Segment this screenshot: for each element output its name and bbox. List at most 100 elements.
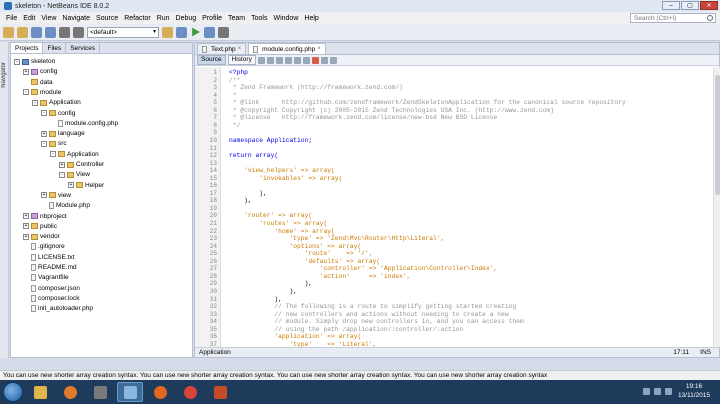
menu-debug[interactable]: Debug bbox=[173, 15, 200, 22]
code-line[interactable]: namespace Application; bbox=[229, 137, 312, 146]
new-project-icon[interactable] bbox=[17, 26, 28, 38]
forward-icon[interactable] bbox=[266, 56, 274, 64]
chrome-taskbar-icon[interactable] bbox=[177, 382, 203, 402]
clock[interactable]: 19:16 13/11/2015 bbox=[678, 382, 710, 400]
code-line[interactable]: ), bbox=[229, 197, 252, 206]
tree-node[interactable]: .gitignore bbox=[23, 242, 65, 251]
network-icon[interactable] bbox=[654, 388, 661, 395]
start-button[interactable] bbox=[3, 382, 23, 402]
tree-node[interactable]: - skeleton bbox=[14, 57, 55, 66]
tree-node[interactable]: - View bbox=[59, 170, 90, 179]
menu-file[interactable]: File bbox=[3, 15, 20, 22]
expand-icon[interactable]: + bbox=[23, 223, 29, 230]
tree-node[interactable]: Vagrantfile bbox=[23, 273, 69, 282]
menu-edit[interactable]: Edit bbox=[20, 15, 38, 22]
expand-icon[interactable]: + bbox=[23, 68, 29, 75]
menu-view[interactable]: View bbox=[38, 15, 59, 22]
minimize-button[interactable]: – bbox=[662, 1, 680, 10]
code-area[interactable]: 1 2 3 4 5 6 7 8 9 10 11 12 13 14 15 16 17 18 19 20 21 22 23 24 2… bbox=[195, 67, 720, 348]
explorer-taskbar-icon[interactable] bbox=[27, 382, 53, 402]
collapse-icon[interactable]: - bbox=[41, 140, 47, 147]
collapse-icon[interactable]: - bbox=[23, 89, 29, 96]
menu-team[interactable]: Team bbox=[225, 15, 248, 22]
new-file-icon[interactable] bbox=[3, 26, 14, 38]
open-project-icon[interactable] bbox=[31, 26, 42, 38]
tree-node[interactable]: + nbproject bbox=[23, 212, 67, 221]
redo-icon[interactable] bbox=[73, 26, 84, 38]
collapse-icon[interactable]: - bbox=[50, 151, 56, 158]
build-icon[interactable] bbox=[162, 26, 173, 38]
tree-node[interactable]: - Application bbox=[32, 98, 81, 107]
tab-files[interactable]: Files bbox=[43, 43, 67, 53]
start-macro-icon[interactable] bbox=[311, 56, 319, 64]
run-icon[interactable] bbox=[192, 27, 200, 37]
editor-tab[interactable]: Text.php × bbox=[197, 43, 247, 55]
netbeans-taskbar-icon[interactable] bbox=[117, 382, 143, 402]
navigator-tab[interactable]: Navigator bbox=[1, 62, 7, 88]
code-line[interactable]: */ bbox=[229, 122, 241, 131]
tree-node[interactable]: + public bbox=[23, 222, 57, 231]
search-input[interactable]: Search (Ctrl+I) bbox=[630, 13, 716, 23]
expand-icon[interactable]: + bbox=[68, 182, 74, 189]
back-icon[interactable] bbox=[257, 56, 265, 64]
tree-node[interactable]: data bbox=[23, 78, 53, 87]
menu-navigate[interactable]: Navigate bbox=[59, 15, 93, 22]
menu-tools[interactable]: Tools bbox=[248, 15, 270, 22]
tree-node[interactable]: + vendor bbox=[23, 232, 60, 241]
firefox-taskbar-icon[interactable] bbox=[147, 382, 173, 402]
menu-run[interactable]: Run bbox=[154, 15, 173, 22]
tree-node[interactable]: Module.php bbox=[41, 201, 90, 210]
expand-icon[interactable]: + bbox=[59, 161, 65, 168]
collapse-icon[interactable]: - bbox=[41, 110, 47, 116]
tree-node[interactable]: LICENSE.txt bbox=[23, 253, 74, 262]
editor-tab[interactable]: module.config.php × bbox=[248, 43, 326, 54]
code-line[interactable]: * @license http://framework.zend.com/lic… bbox=[229, 114, 498, 123]
close-tab-icon[interactable]: × bbox=[238, 44, 242, 55]
code-line[interactable]: 'invokables' => array( bbox=[229, 175, 342, 184]
volume-icon[interactable] bbox=[665, 388, 672, 395]
menu-source[interactable]: Source bbox=[93, 15, 121, 22]
code-line[interactable]: return array( bbox=[229, 152, 278, 161]
office-taskbar-icon[interactable] bbox=[207, 382, 233, 402]
undo-icon[interactable] bbox=[59, 26, 70, 38]
shift-left-icon[interactable] bbox=[293, 56, 301, 64]
clean-build-icon[interactable] bbox=[176, 26, 187, 38]
flag-icon[interactable] bbox=[643, 388, 650, 395]
profile-icon[interactable] bbox=[218, 26, 229, 38]
close-tab-icon[interactable]: × bbox=[317, 44, 321, 55]
comment-icon[interactable] bbox=[320, 56, 328, 64]
media-taskbar-icon[interactable] bbox=[57, 382, 83, 402]
uncomment-icon[interactable] bbox=[329, 56, 337, 64]
app-taskbar-icon[interactable] bbox=[87, 382, 113, 402]
menu-refactor[interactable]: Refactor bbox=[121, 15, 153, 22]
tree-node[interactable]: - module bbox=[23, 88, 61, 97]
tree-node[interactable]: - config bbox=[41, 109, 75, 118]
tree-node[interactable]: module.config.php bbox=[50, 119, 118, 128]
menu-help[interactable]: Help bbox=[301, 15, 321, 22]
debug-icon[interactable] bbox=[204, 26, 215, 38]
tree-node[interactable]: composer.json bbox=[23, 284, 80, 293]
code-text[interactable]: <?php/** * Zend Framework (http://framew… bbox=[229, 67, 713, 348]
vertical-scrollbar[interactable] bbox=[713, 67, 720, 347]
collapse-icon[interactable]: - bbox=[59, 171, 65, 178]
tree-node[interactable]: - src bbox=[41, 139, 67, 148]
tab-projects[interactable]: Projects bbox=[11, 43, 44, 53]
source-tab[interactable]: Source bbox=[197, 55, 226, 65]
tree-node[interactable]: + config bbox=[23, 67, 57, 76]
tree-node[interactable]: + view bbox=[41, 191, 71, 200]
expand-icon[interactable]: + bbox=[41, 192, 47, 199]
scroll-thumb[interactable] bbox=[715, 75, 720, 195]
tab-services[interactable]: Services bbox=[66, 43, 101, 53]
shift-right-icon[interactable] bbox=[302, 56, 310, 64]
menu-window[interactable]: Window bbox=[270, 15, 301, 22]
tree-node[interactable]: init_autoloader.php bbox=[23, 304, 93, 313]
find-icon[interactable] bbox=[275, 56, 283, 64]
tree-node[interactable]: + Controller bbox=[59, 160, 104, 169]
breadcrumb[interactable]: Application bbox=[199, 349, 231, 356]
tree-node[interactable]: composer.lock bbox=[23, 294, 80, 303]
tree-node[interactable]: README.md bbox=[23, 263, 77, 272]
maximize-button[interactable]: ▢ bbox=[681, 1, 699, 10]
menu-profile[interactable]: Profile bbox=[199, 15, 225, 22]
configuration-select[interactable]: <default> bbox=[87, 26, 159, 38]
collapse-icon[interactable]: - bbox=[14, 58, 20, 65]
